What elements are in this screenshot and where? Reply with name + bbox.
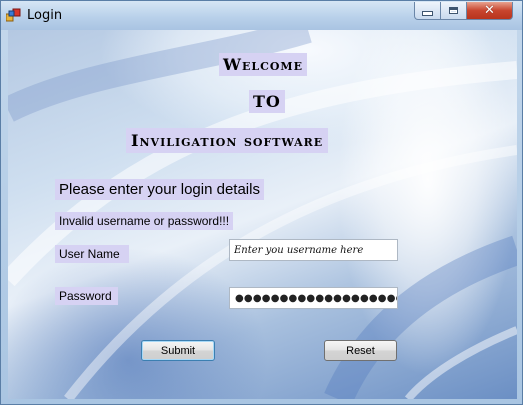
password-field[interactable]: ●●●●●●●●●●●●●●●●●●●●●● (229, 287, 398, 309)
welcome-heading: Welcome (219, 53, 307, 76)
password-mask: ●●●●●●●●●●●●●●●●●●●●●● (235, 292, 397, 304)
window-title: Login (27, 8, 63, 23)
minimize-icon (422, 11, 433, 16)
login-prompt-label: Please enter your login details (55, 179, 264, 200)
maximize-icon (449, 7, 458, 14)
maximize-button[interactable] (441, 2, 467, 20)
reset-button[interactable]: Reset (324, 340, 397, 361)
username-input[interactable] (230, 240, 397, 261)
close-icon: ✕ (484, 3, 495, 18)
app-icon (6, 8, 21, 22)
password-label: Password (55, 287, 118, 305)
login-window: Login ✕ Welcome TO Inviligation software… (0, 0, 523, 405)
submit-button[interactable]: Submit (141, 340, 215, 361)
minimize-button[interactable] (414, 2, 441, 20)
form-client-area: Welcome TO Inviligation software Please … (8, 30, 517, 399)
title-bar[interactable]: Login ✕ (1, 1, 522, 30)
error-message: Invalid username or password!!! (55, 212, 234, 230)
close-button[interactable]: ✕ (467, 2, 513, 20)
software-title-heading: Inviligation software (126, 128, 329, 153)
to-heading: TO (249, 90, 285, 113)
username-label: User Name (55, 245, 129, 263)
username-field[interactable] (229, 239, 398, 261)
